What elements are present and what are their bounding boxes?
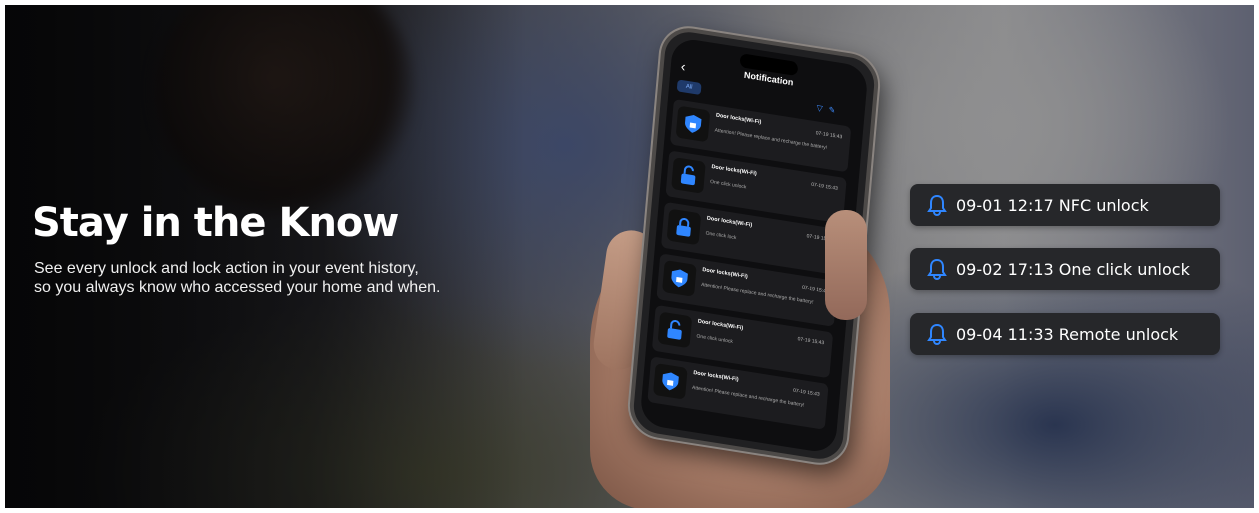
locked-padlock-icon xyxy=(666,208,702,246)
event-notification: 09-01 12:17 NFC unlock xyxy=(910,184,1220,226)
subtext-line: so you always know who accessed your hom… xyxy=(34,279,441,296)
bell-icon xyxy=(927,194,947,216)
bell-icon xyxy=(927,258,947,280)
card-title: Door locks(Wi-Fi) xyxy=(693,369,739,384)
card-title: Door locks(Wi-Fi) xyxy=(706,215,753,229)
shield-lock-icon xyxy=(662,260,697,297)
card-time: 07-19 15:43 xyxy=(797,336,825,347)
bell-icon xyxy=(927,323,947,345)
notification-text: 09-02 17:13 One click unlock xyxy=(956,260,1190,279)
card-title: Door locks(Wi-Fi) xyxy=(711,164,757,178)
shield-lock-icon xyxy=(652,363,688,400)
unlocked-padlock-icon xyxy=(671,157,706,194)
background-shade xyxy=(5,5,525,508)
event-notification: 09-04 11:33 Remote unlock xyxy=(910,313,1220,355)
shield-lock-icon xyxy=(675,105,711,143)
event-notification: 09-02 17:13 One click unlock xyxy=(910,248,1220,290)
card-time: 07-19 15:43 xyxy=(815,130,843,141)
filter-icon[interactable]: ▽ xyxy=(816,103,823,113)
tab-all[interactable]: All xyxy=(676,79,702,96)
card-title: Door locks(Wi-Fi) xyxy=(702,267,748,281)
card-title: Door locks(Wi-Fi) xyxy=(697,318,744,332)
index-finger xyxy=(825,210,867,320)
subtext-line: See every unlock and lock action in your… xyxy=(34,260,419,277)
unlocked-padlock-icon xyxy=(657,311,693,349)
headline: Stay in the Know xyxy=(32,200,399,246)
notification-text: 09-04 11:33 Remote unlock xyxy=(956,325,1179,344)
card-time: 07-19 15:43 xyxy=(792,387,820,398)
promo-banner: Stay in the Know See every unlock and lo… xyxy=(5,5,1254,508)
notification-text: 09-01 12:17 NFC unlock xyxy=(956,196,1149,215)
card-title: Door locks(Wi-Fi) xyxy=(715,112,762,126)
subtext: See every unlock and lock action in your… xyxy=(34,259,474,297)
card-time: 07-19 15:43 xyxy=(810,181,839,192)
edit-icon[interactable]: ✎ xyxy=(828,105,835,115)
